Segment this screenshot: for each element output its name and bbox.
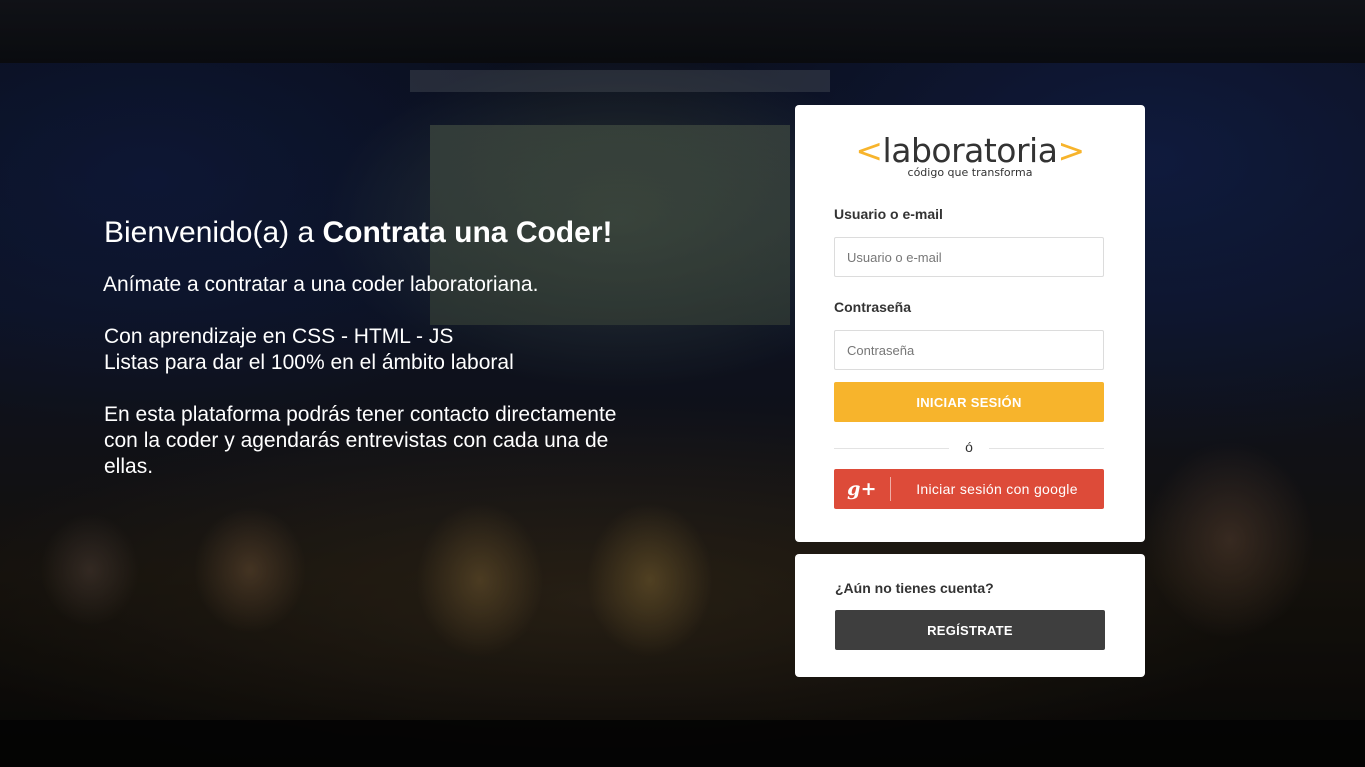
logo-bracket-open: < — [855, 131, 883, 170]
register-button[interactable]: REGÍSTRATE — [835, 610, 1105, 650]
logo-bracket-close: > — [1057, 131, 1085, 170]
welcome-subtitle: Anímate a contratar a una coder laborato… — [103, 273, 539, 296]
background-photo: Bienvenido(a) a Contrata una Coder! Aním… — [0, 0, 1365, 767]
divider-text: ó — [965, 439, 973, 455]
welcome-title-prefix: Bienvenido(a) a — [104, 216, 323, 249]
laboratoria-logo: <laboratoria> código que transforma — [795, 133, 1145, 180]
password-input[interactable] — [834, 330, 1104, 370]
welcome-title: Bienvenido(a) a Contrata una Coder! — [104, 214, 684, 252]
welcome-title-brand: Contrata una Coder! — [322, 216, 613, 249]
login-button[interactable]: INICIAR SESIÓN — [834, 382, 1104, 422]
ready-line: Listas para dar el 100% en el ámbito lab… — [104, 351, 514, 374]
platform-line-3: ellas. — [104, 455, 154, 478]
or-divider: ó — [834, 438, 1104, 458]
platform-line-2: con la coder y agendarás entrevistas con… — [104, 429, 609, 452]
login-card: <laboratoria> código que transforma Usua… — [795, 105, 1145, 542]
logo-wordmark: <laboratoria> — [795, 133, 1145, 169]
username-label: Usuario o e-mail — [834, 206, 943, 222]
google-login-label: Iniciar sesión con google — [916, 481, 1078, 497]
google-login-button[interactable]: g+ Iniciar sesión con google — [834, 469, 1104, 509]
no-account-text: ¿Aún no tienes cuenta? — [835, 580, 994, 596]
divider-line-right — [989, 448, 1104, 449]
welcome-section: Bienvenido(a) a Contrata una Coder! Aním… — [103, 214, 684, 480]
google-plus-icon: g+ — [834, 469, 890, 509]
register-card: ¿Aún no tienes cuenta? REGÍSTRATE — [795, 554, 1145, 677]
logo-tagline: código que transforma — [907, 166, 1033, 179]
username-input[interactable] — [834, 237, 1104, 277]
logo-name: laboratoria — [882, 131, 1058, 170]
google-plus-glyph: g+ — [847, 478, 877, 500]
platform-line-1: En esta plataforma podrás tener contacto… — [104, 403, 617, 426]
skills-line: Con aprendizaje en CSS - HTML - JS — [104, 325, 454, 348]
password-label: Contraseña — [834, 299, 912, 315]
